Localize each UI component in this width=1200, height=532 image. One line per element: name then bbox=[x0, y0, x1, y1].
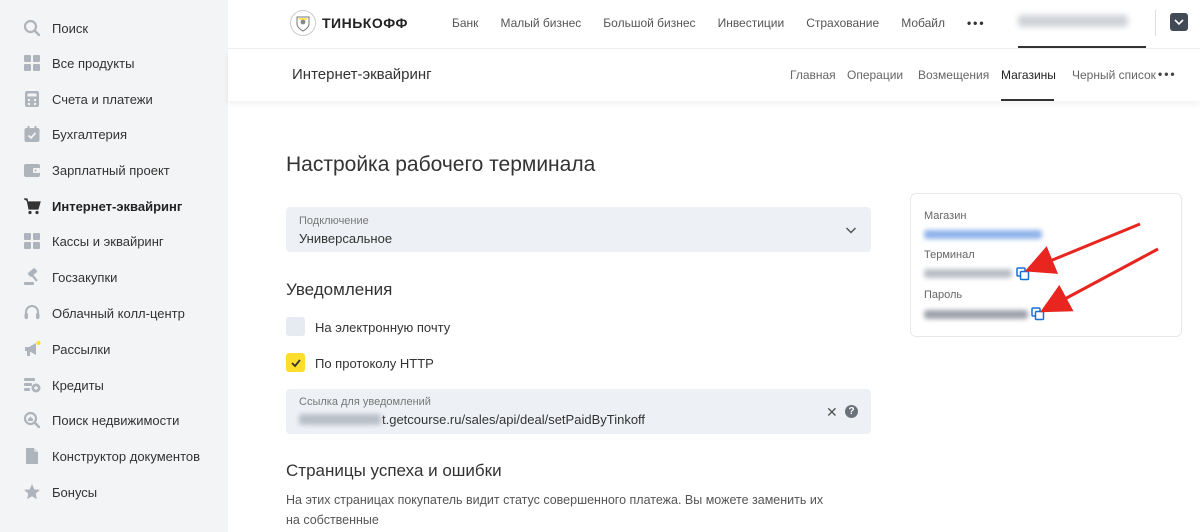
terminal-value-blurred bbox=[924, 269, 1012, 278]
sidebar-item-bills[interactable]: Счета и платежи bbox=[0, 81, 228, 117]
sidebar-item-documents[interactable]: Конструктор документов bbox=[0, 438, 228, 474]
gavel-icon bbox=[23, 268, 41, 286]
top-nav: Банк Малый бизнес Большой бизнес Инвести… bbox=[452, 16, 1008, 30]
sidebar-item-internet-acquiring[interactable]: Интернет-эквайринг bbox=[0, 188, 228, 224]
sidebar-item-label: Счета и платежи bbox=[52, 91, 153, 107]
clear-icon[interactable]: ✕ bbox=[826, 404, 838, 421]
megaphone-icon bbox=[23, 340, 41, 358]
pages-description: На этих страницах покупатель видит стату… bbox=[286, 493, 824, 527]
tab-operations[interactable]: Операции bbox=[847, 68, 903, 82]
sidebar-item-call-center[interactable]: Облачный колл-центр bbox=[0, 295, 228, 331]
blurred-text bbox=[299, 414, 381, 425]
password-value-blurred bbox=[924, 310, 1028, 319]
page-title: Настройка рабочего терминала bbox=[286, 153, 596, 176]
calendar-check-icon bbox=[23, 125, 41, 143]
chevron-down-icon bbox=[1174, 19, 1184, 26]
coat-of-arms-icon bbox=[290, 10, 316, 36]
tab-shops[interactable]: Магазины bbox=[1001, 68, 1056, 82]
nav-link-investments[interactable]: Инвестиции bbox=[718, 16, 785, 30]
sub-navigation-bar: Интернет-эквайринг Главная Операции Возм… bbox=[228, 49, 1200, 101]
search-icon bbox=[23, 19, 41, 37]
sidebar-item-label: Облачный колл-центр bbox=[52, 305, 185, 321]
top-navigation-bar: ТИНЬКОФФ Банк Малый бизнес Большой бизне… bbox=[228, 0, 1200, 48]
sidebar-item-label: Кассы и эквайринг bbox=[52, 233, 164, 249]
sidebar-item-label: Зарплатный проект bbox=[52, 162, 170, 178]
email-notification-label: На электронную почту bbox=[315, 320, 451, 335]
sidebar-item-label: Рассылки bbox=[52, 341, 111, 357]
tab-main[interactable]: Главная bbox=[790, 68, 836, 82]
pages-title: Страницы успеха и ошибки bbox=[286, 461, 502, 480]
divider bbox=[1155, 10, 1156, 36]
account-name-blurred[interactable] bbox=[1018, 15, 1128, 27]
nav-link-insurance[interactable]: Страхование bbox=[806, 16, 879, 30]
sidebar-item-label: Госзакупки bbox=[52, 269, 118, 285]
house-search-icon bbox=[23, 411, 41, 429]
sidebar-item-real-estate[interactable]: Поиск недвижимости bbox=[0, 402, 228, 438]
tab-reimbursements[interactable]: Возмещения bbox=[918, 68, 989, 82]
connection-label: Подключение bbox=[299, 215, 369, 227]
sidebar-item-label: Конструктор документов bbox=[52, 448, 201, 464]
nav-link-big-business[interactable]: Большой бизнес bbox=[603, 16, 695, 30]
sidebar-item-label: Бухгалтерия bbox=[52, 126, 128, 142]
connection-value: Универсальное bbox=[299, 231, 393, 246]
help-icon[interactable]: ? bbox=[845, 405, 858, 418]
cart-icon bbox=[23, 197, 41, 215]
checkmark-icon bbox=[290, 358, 301, 367]
sidebar-item-salary[interactable]: Зарплатный проект bbox=[0, 152, 228, 188]
chevron-down-icon bbox=[845, 227, 857, 234]
sidebar-item-cash-registers[interactable]: Кассы и эквайринг bbox=[0, 223, 228, 259]
grid-icon bbox=[23, 54, 41, 72]
sidebar-item-procurement[interactable]: Госзакупки bbox=[0, 259, 228, 295]
connection-select[interactable]: Подключение Универсальное bbox=[286, 207, 871, 252]
sidebar-item-credits[interactable]: Кредиты bbox=[0, 367, 228, 403]
account-menu-button[interactable] bbox=[1170, 13, 1188, 31]
nav-link-mobile[interactable]: Мобайл bbox=[901, 16, 945, 30]
sidebar-item-bonuses[interactable]: Бонусы bbox=[0, 474, 228, 510]
section-title: Интернет-эквайринг bbox=[292, 66, 432, 83]
document-icon bbox=[23, 447, 41, 465]
cash-register-icon bbox=[23, 232, 41, 250]
terminal-credentials-card: Магазин Терминал Пароль bbox=[910, 193, 1182, 337]
sidebar-item-label: Интернет-эквайринг bbox=[52, 198, 183, 214]
notifications-title: Уведомления bbox=[286, 280, 393, 299]
nav-link-bank[interactable]: Банк bbox=[452, 16, 478, 30]
sidebar-item-label: Поиск bbox=[52, 20, 89, 36]
sidebar-item-label: Бонусы bbox=[52, 484, 98, 500]
notification-url-field[interactable]: Ссылка для уведомлений t.getcourse.ru/sa… bbox=[286, 389, 871, 434]
shop-label: Магазин bbox=[924, 210, 967, 222]
sidebar-item-label: Все продукты bbox=[52, 55, 135, 71]
sidebar-item-label: Поиск недвижимости bbox=[52, 412, 180, 428]
terminal-label: Терминал bbox=[924, 249, 975, 261]
credit-icon bbox=[23, 376, 41, 394]
main-area: ТИНЬКОФФ Банк Малый бизнес Большой бизне… bbox=[228, 0, 1200, 532]
http-notification-checkbox[interactable] bbox=[286, 353, 305, 372]
calculator-icon bbox=[23, 90, 41, 108]
sidebar: Поиск Все продукты Счета и платежи Бухга… bbox=[0, 0, 228, 532]
logo-text: ТИНЬКОФФ bbox=[322, 15, 408, 31]
copy-password-icon[interactable] bbox=[1031, 307, 1045, 321]
star-icon bbox=[23, 483, 41, 501]
headset-icon bbox=[23, 304, 41, 322]
sidebar-item-all-products[interactable]: Все продукты bbox=[0, 45, 228, 81]
notification-url-value[interactable]: t.getcourse.ru/sales/api/deal/setPaidByT… bbox=[299, 412, 645, 427]
more-tabs-button[interactable]: ••• bbox=[1158, 67, 1177, 81]
active-tab-indicator bbox=[1001, 99, 1054, 101]
password-label: Пароль bbox=[924, 289, 963, 301]
wallet-icon bbox=[23, 161, 41, 179]
nav-link-small-business[interactable]: Малый бизнес bbox=[500, 16, 581, 30]
more-nav-button[interactable]: ••• bbox=[967, 16, 986, 30]
bank-logo[interactable]: ТИНЬКОФФ bbox=[290, 10, 408, 36]
sidebar-item-search[interactable]: Поиск bbox=[0, 10, 228, 46]
copy-terminal-icon[interactable] bbox=[1016, 267, 1030, 281]
notification-url-text: t.getcourse.ru/sales/api/deal/setPaidByT… bbox=[382, 412, 646, 427]
shop-value-blurred[interactable] bbox=[924, 230, 1042, 239]
sidebar-item-mailings[interactable]: Рассылки bbox=[0, 331, 228, 367]
notification-url-label: Ссылка для уведомлений bbox=[299, 396, 431, 408]
sidebar-item-label: Кредиты bbox=[52, 377, 104, 393]
sidebar-item-accounting[interactable]: Бухгалтерия bbox=[0, 116, 228, 152]
email-notification-checkbox[interactable] bbox=[286, 317, 305, 336]
http-notification-label: По протоколу HTTP bbox=[315, 356, 434, 371]
tab-blacklist[interactable]: Черный список bbox=[1072, 68, 1156, 82]
